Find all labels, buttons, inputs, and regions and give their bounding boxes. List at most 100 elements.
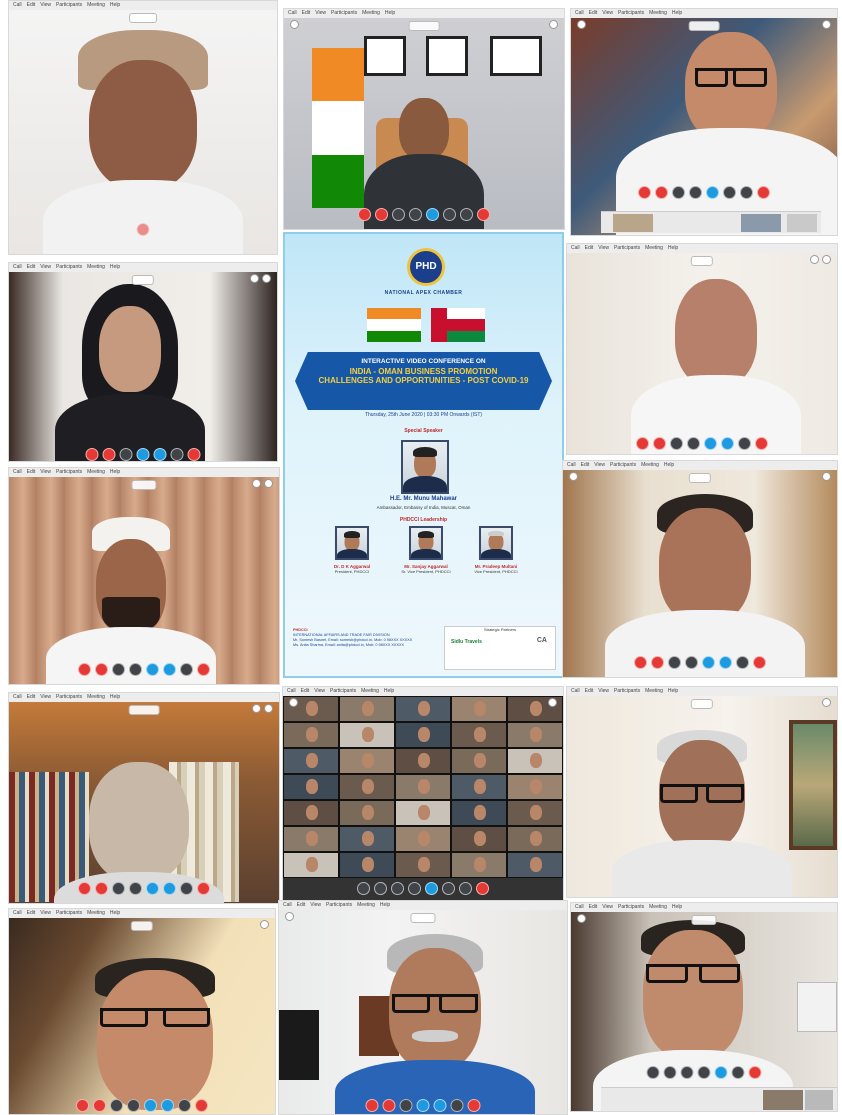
participants-button[interactable]: [416, 1099, 430, 1112]
menu-item-edit[interactable]: Edit: [297, 902, 306, 908]
mute-button[interactable]: [78, 882, 91, 895]
menu-item-participants[interactable]: Participants: [614, 688, 640, 694]
menu-item-edit[interactable]: Edit: [27, 910, 36, 916]
menu-item-call[interactable]: Call: [567, 462, 576, 468]
gallery-participant-thumbnail[interactable]: [451, 774, 507, 800]
participant-tile[interactable]: Call Edit View Participants Meeting Help: [570, 902, 838, 1112]
menu-item-help[interactable]: Help: [664, 462, 674, 468]
mute-button[interactable]: [638, 186, 651, 199]
more-button[interactable]: [450, 1099, 464, 1112]
leave-button[interactable]: [467, 1099, 481, 1112]
menu-item-meeting[interactable]: Meeting: [357, 902, 375, 908]
menu-item-view[interactable]: View: [314, 688, 325, 694]
menu-item-meeting[interactable]: Meeting: [87, 694, 105, 700]
menu-item-edit[interactable]: Edit: [27, 469, 36, 475]
participants-button[interactable]: [136, 448, 150, 461]
layout-icon[interactable]: [290, 20, 299, 29]
menu-item-meeting[interactable]: Meeting: [649, 10, 667, 16]
menu-item-edit[interactable]: Edit: [27, 264, 36, 270]
gallery-participant-thumbnail[interactable]: [395, 774, 451, 800]
participant-tile[interactable]: Call Edit View Participants Meeting Help: [562, 460, 838, 678]
menu-item-help[interactable]: Help: [110, 910, 120, 916]
menu-item-help[interactable]: Help: [384, 688, 394, 694]
participant-tile[interactable]: Call Edit View Participants Meeting Help: [283, 8, 565, 230]
menu-item-call[interactable]: Call: [13, 910, 22, 916]
close-icon[interactable]: [822, 20, 831, 29]
gallery-participant-thumbnail[interactable]: [507, 722, 563, 748]
gallery-participant-thumbnail[interactable]: [339, 722, 395, 748]
layout-icon[interactable]: [289, 698, 298, 707]
mute-button[interactable]: [357, 882, 370, 895]
layout-icon[interactable]: [569, 472, 578, 481]
participants-button[interactable]: [702, 656, 715, 669]
gallery-participant-thumbnail[interactable]: [339, 696, 395, 722]
menu-item-participants[interactable]: Participants: [56, 264, 82, 270]
menu-item-call[interactable]: Call: [283, 902, 292, 908]
gallery-participant-thumbnail[interactable]: [451, 826, 507, 852]
gallery-participant-thumbnail[interactable]: [283, 722, 339, 748]
close-icon[interactable]: [822, 255, 831, 264]
video-button[interactable]: [93, 1099, 106, 1112]
participant-tile[interactable]: Call Edit View Participants Meeting Help: [8, 467, 280, 685]
menu-item-participants[interactable]: Participants: [331, 10, 357, 16]
more-button[interactable]: [180, 663, 193, 676]
close-icon[interactable]: [264, 479, 273, 488]
menu-item-participants[interactable]: Participants: [330, 688, 356, 694]
share-button[interactable]: [119, 448, 133, 461]
video-button[interactable]: [663, 1066, 677, 1079]
gallery-participant-thumbnail[interactable]: [283, 826, 339, 852]
menu-item-call[interactable]: Call: [13, 469, 22, 475]
menu-item-edit[interactable]: Edit: [27, 2, 36, 8]
participants-button[interactable]: [425, 882, 438, 895]
minimize-icon[interactable]: [252, 479, 261, 488]
more-button[interactable]: [178, 1099, 191, 1112]
share-button[interactable]: [680, 1066, 694, 1079]
menu-item-participants[interactable]: Participants: [610, 462, 636, 468]
gallery-participant-thumbnail[interactable]: [339, 748, 395, 774]
close-icon[interactable]: [260, 920, 269, 929]
participant-tile[interactable]: Call Edit View Participants Meeting Help: [566, 243, 838, 455]
record-button[interactable]: [408, 882, 421, 895]
participants-button[interactable]: [426, 208, 439, 221]
menu-item-help[interactable]: Help: [380, 902, 390, 908]
menu-item-edit[interactable]: Edit: [301, 688, 310, 694]
gallery-participant-thumbnail[interactable]: [339, 852, 395, 878]
menu-item-edit[interactable]: Edit: [585, 245, 594, 251]
mute-button[interactable]: [78, 663, 91, 676]
chat-button[interactable]: [442, 882, 455, 895]
menu-item-call[interactable]: Call: [575, 904, 584, 910]
menu-item-meeting[interactable]: Meeting: [362, 10, 380, 16]
chat-button[interactable]: [163, 663, 176, 676]
mute-button[interactable]: [76, 1099, 89, 1112]
menu-item-edit[interactable]: Edit: [302, 10, 311, 16]
menu-item-view[interactable]: View: [40, 910, 51, 916]
leave-button[interactable]: [757, 186, 770, 199]
more-button[interactable]: [170, 448, 184, 461]
menu-item-help[interactable]: Help: [672, 10, 682, 16]
chat-button[interactable]: [163, 882, 176, 895]
menu-item-help[interactable]: Help: [668, 688, 678, 694]
gallery-participant-thumbnail[interactable]: [507, 748, 563, 774]
gallery-participant-thumbnail[interactable]: [395, 748, 451, 774]
menu-item-call[interactable]: Call: [288, 10, 297, 16]
record-button[interactable]: [687, 437, 700, 450]
leave-button[interactable]: [755, 437, 768, 450]
menu-item-call[interactable]: Call: [571, 245, 580, 251]
video-button[interactable]: [653, 437, 666, 450]
menu-item-participants[interactable]: Participants: [618, 10, 644, 16]
mute-button[interactable]: [636, 437, 649, 450]
record-button[interactable]: [409, 208, 422, 221]
menu-item-call[interactable]: Call: [571, 688, 580, 694]
gallery-participant-thumbnail[interactable]: [283, 774, 339, 800]
menu-item-call[interactable]: Call: [287, 688, 296, 694]
record-button[interactable]: [129, 882, 142, 895]
menu-item-call[interactable]: Call: [13, 694, 22, 700]
menu-item-meeting[interactable]: Meeting: [87, 264, 105, 270]
gallery-participant-thumbnail[interactable]: [451, 800, 507, 826]
menu-item-help[interactable]: Help: [110, 694, 120, 700]
share-button[interactable]: [112, 882, 125, 895]
record-button[interactable]: [697, 1066, 711, 1079]
minimize-icon[interactable]: [252, 704, 261, 713]
participant-tile[interactable]: Call Edit View Participants Meeting Help: [8, 262, 278, 462]
gallery-participant-thumbnail[interactable]: [283, 800, 339, 826]
